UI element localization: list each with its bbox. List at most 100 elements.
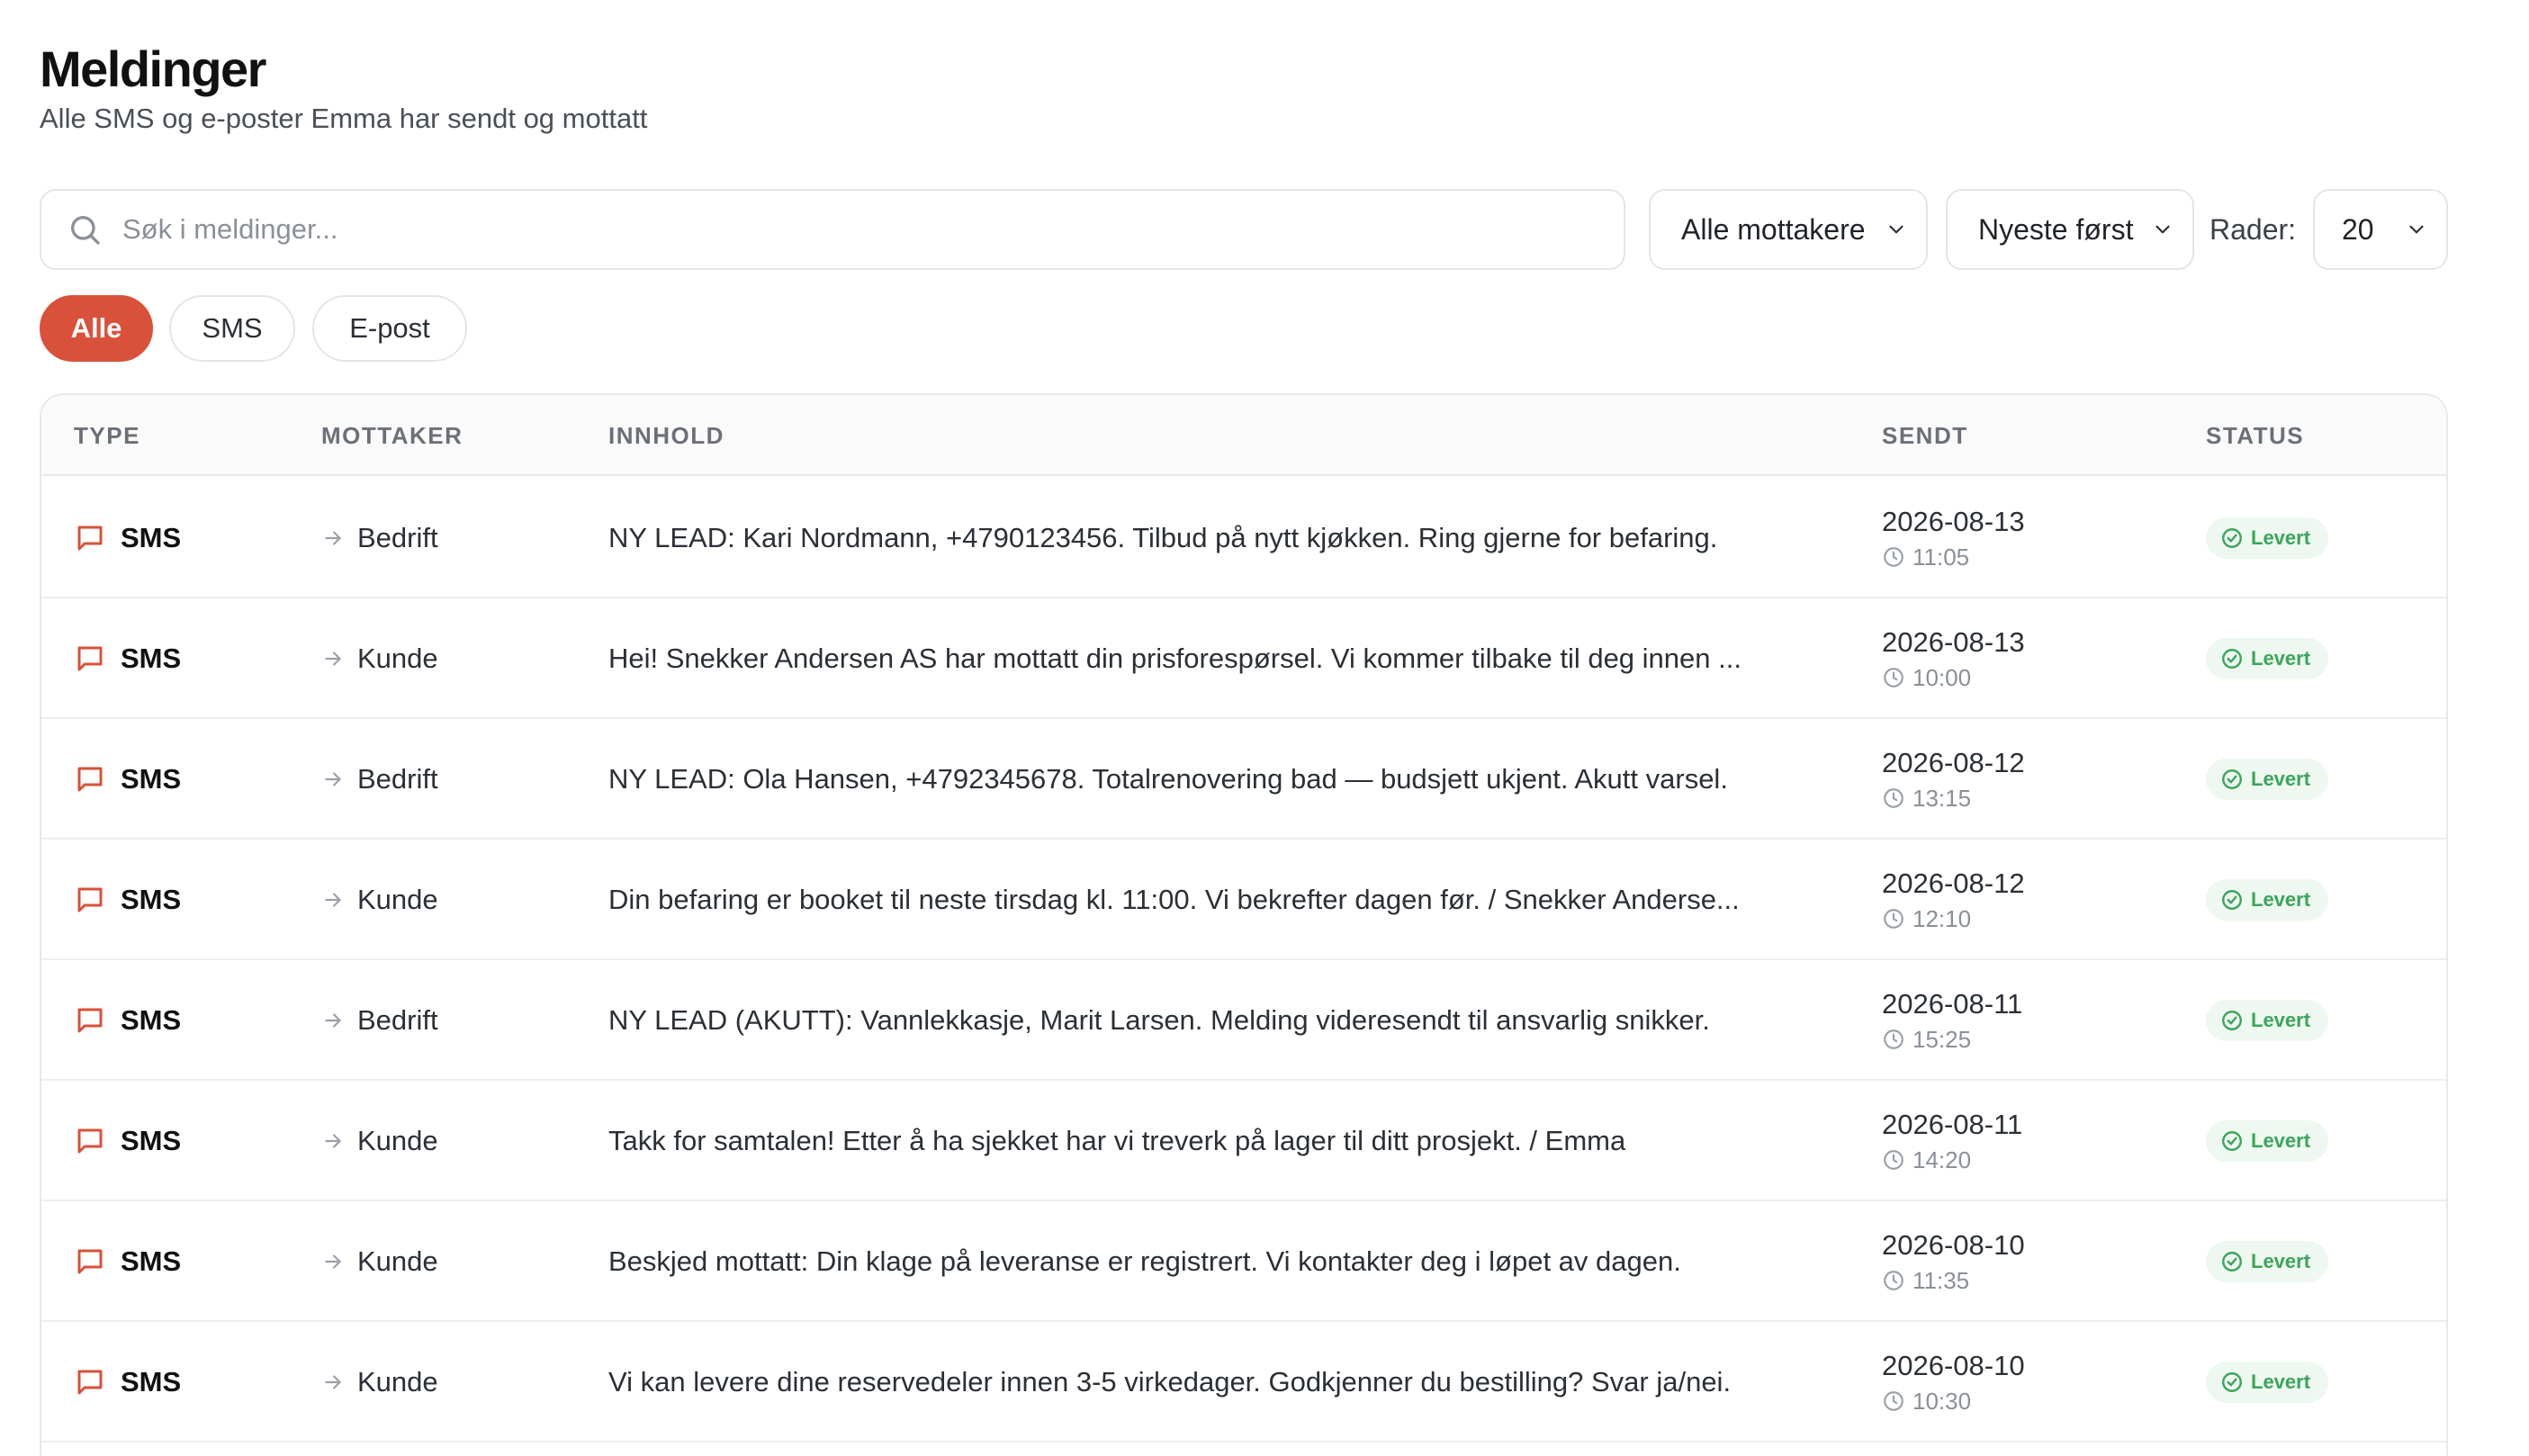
status-badge: Levert <box>2206 879 2329 921</box>
status-label: Levert <box>2251 768 2311 790</box>
type-label: SMS <box>121 1245 182 1277</box>
content-cell: Takk for samtalen! Etter å ha sjekket ha… <box>608 1081 1850 1201</box>
page-subtitle: Alle SMS og e-poster Emma har sendt og m… <box>40 103 648 134</box>
column-header-content[interactable]: INNHOLD <box>608 395 724 476</box>
page-title: Meldinger <box>40 40 266 97</box>
recipient-cell: Kunde <box>321 1322 438 1443</box>
clock-icon <box>1884 547 1904 567</box>
status-cell: Levert <box>2206 960 2329 1081</box>
filter-sms-pill[interactable]: SMS <box>169 295 295 362</box>
status-label: Levert <box>2251 888 2311 911</box>
recipient-label: Bedrift <box>357 1004 438 1036</box>
check-circle-icon <box>2222 528 2242 548</box>
message-icon <box>77 1128 103 1154</box>
status-label: Levert <box>2251 1371 2311 1393</box>
status-badge: Levert <box>2206 1241 2329 1282</box>
table-row[interactable]: SMS Kunde Beskjed mottatt: Din klage på le… <box>41 1201 2446 1322</box>
message-icon <box>77 1249 103 1274</box>
sent-cell: 2026-08-12 12:10 <box>1882 840 2025 960</box>
sort-select[interactable]: Nyeste først <box>1946 189 2194 270</box>
search-box[interactable] <box>40 189 1625 270</box>
chevron-down-icon <box>1889 225 1904 234</box>
type-cell: SMS <box>74 719 181 840</box>
recipient-label: Kunde <box>357 1366 438 1398</box>
filter-email-pill[interactable]: E-post <box>312 295 467 362</box>
status-badge: Levert <box>2206 1120 2329 1162</box>
recipient-cell: Kunde <box>321 598 438 719</box>
sort-value: Nyeste først <box>1978 212 2134 246</box>
message-content: Takk for samtalen! Etter å ha sjekket ha… <box>608 1125 1626 1156</box>
type-label: SMS <box>121 1125 182 1156</box>
recipient-cell: Bedrift <box>321 960 438 1081</box>
content-cell: Hei! Snekker Andersen AS har mottatt din… <box>608 598 1850 719</box>
content-cell: Din befaring er booket til neste tirsdag… <box>608 840 1850 960</box>
arrow-right-icon <box>325 1134 341 1148</box>
sent-cell: 2026-08-10 11:35 <box>1882 1201 2025 1322</box>
table-row[interactable]: SMS Kunde Din befaring er booket til neste… <box>41 840 2446 960</box>
recipient-cell: Kunde <box>321 840 438 960</box>
table-row[interactable]: SMS Kunde Hei! Snekker Andersen AS har mot… <box>41 598 2446 719</box>
check-circle-icon <box>2222 1011 2242 1030</box>
message-icon <box>77 526 103 551</box>
table-row[interactable]: SMS Bedrift NY LEAD: Kari Nordmann, +47901… <box>41 478 2446 598</box>
recipient-cell: Kunde <box>321 1201 438 1322</box>
status-label: Levert <box>2251 1129 2311 1152</box>
table-row[interactable]: SMS Bedrift NY LEAD (AKUTT): Vannlekkasje,… <box>41 960 2446 1081</box>
sent-date: 2026-08-12 <box>1882 867 2025 899</box>
message-content: Din befaring er booket til neste tirsdag… <box>608 884 1740 915</box>
rows-label: Rader: <box>2210 212 2297 246</box>
sent-time-wrap: 10:00 <box>1882 664 1971 692</box>
status-cell: Levert <box>2206 1201 2329 1322</box>
recipient-label: Kunde <box>357 884 438 915</box>
sent-time-wrap: 12:10 <box>1882 905 1971 933</box>
status-cell: Levert <box>2206 1322 2329 1443</box>
filter-all-pill[interactable]: Alle <box>40 295 153 362</box>
rows-per-page-select[interactable]: 20 <box>2313 189 2448 270</box>
recipient-label: Bedrift <box>357 522 438 553</box>
recipient-filter-select[interactable]: Alle mottakere <box>1649 189 1928 270</box>
sent-cell: 2026-08-11 14:20 <box>1882 1081 2022 1201</box>
type-cell: SMS <box>74 598 181 719</box>
status-badge: Levert <box>2206 638 2329 679</box>
type-cell: SMS <box>74 840 181 960</box>
search-icon <box>71 216 100 245</box>
column-header-type[interactable]: TYPE <box>74 395 140 476</box>
status-label: Levert <box>2251 647 2311 670</box>
sent-time-wrap: 10:30 <box>1882 1388 1971 1416</box>
arrow-right-icon <box>325 652 341 666</box>
recipient-label: Kunde <box>357 1125 438 1156</box>
table-row[interactable]: SMS Kunde Takk for samtalen! Etter å ha sj… <box>41 1081 2446 1201</box>
content-cell: NY LEAD: Ola Hansen, +4792345678. Totalr… <box>608 719 1850 840</box>
column-header-sent[interactable]: SENDT <box>1882 395 1968 476</box>
sent-cell: 2026-08-13 10:00 <box>1882 598 2025 719</box>
message-icon <box>77 1370 103 1395</box>
sent-date: 2026-08-11 <box>1882 1108 2023 1140</box>
check-circle-icon <box>2222 890 2242 910</box>
chevron-down-icon <box>2156 225 2170 234</box>
message-content: NY LEAD (AKUTT): Vannlekkasje, Marit Lar… <box>608 1004 1710 1036</box>
table-row[interactable]: SMS Kunde Vi kan levere dine reservedeler … <box>41 1322 2446 1443</box>
recipient-label: Kunde <box>357 643 438 674</box>
messages-table: TYPE MOTTAKER INNHOLD SENDT STATUS SMS Be… <box>40 393 2448 1456</box>
table-row[interactable]: SMS Bedrift NY LEAD: Ola Hansen, +47923456… <box>41 719 2446 840</box>
sent-time: 12:10 <box>1912 904 1972 932</box>
arrow-right-icon <box>325 893 341 907</box>
status-badge: Levert <box>2206 517 2329 559</box>
search-input[interactable] <box>122 213 1624 246</box>
recipient-label: Bedrift <box>357 763 438 795</box>
column-header-recipient[interactable]: MOTTAKER <box>321 395 463 476</box>
type-cell: SMS <box>74 960 181 1081</box>
arrow-right-icon <box>325 772 341 786</box>
sent-time: 11:05 <box>1912 543 1970 571</box>
column-header-status[interactable]: STATUS <box>2206 395 2304 476</box>
sent-date: 2026-08-13 <box>1882 505 2025 537</box>
type-label: SMS <box>121 884 182 915</box>
recipient-filter-value: Alle mottakere <box>1681 212 1866 246</box>
message-icon <box>77 646 103 671</box>
sent-time: 15:25 <box>1912 1025 1972 1053</box>
status-cell: Levert <box>2206 840 2329 960</box>
sent-cell: 2026-08-13 11:05 <box>1882 478 2025 598</box>
arrow-right-icon <box>325 1013 341 1028</box>
status-badge: Levert <box>2206 759 2329 800</box>
clock-icon <box>1884 1150 1904 1170</box>
